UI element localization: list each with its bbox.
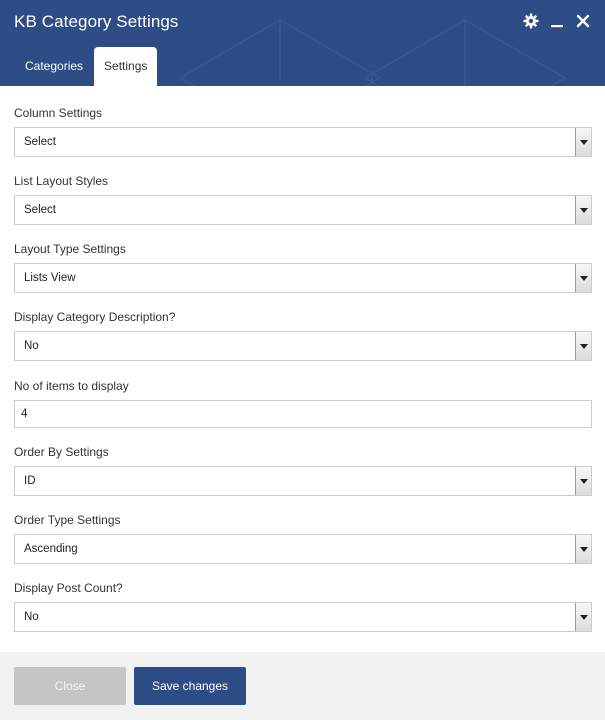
minimize-icon[interactable] bbox=[549, 13, 565, 29]
display-category-description-value: No bbox=[24, 340, 39, 352]
display-post-count-field: Display Post Count? No bbox=[14, 580, 592, 632]
list-layout-styles-value: Select bbox=[24, 204, 56, 216]
save-changes-button[interactable]: Save changes bbox=[134, 667, 246, 705]
list-layout-styles-select[interactable]: Select bbox=[14, 195, 592, 225]
display-post-count-label: Display Post Count? bbox=[14, 581, 123, 595]
close-button[interactable]: Close bbox=[14, 667, 126, 705]
order-by-settings-field: Order By Settings ID bbox=[14, 444, 592, 496]
no-of-items-field: No of items to display 4 bbox=[14, 378, 592, 428]
layout-type-settings-label: Layout Type Settings bbox=[14, 242, 126, 256]
close-icon[interactable] bbox=[575, 13, 591, 29]
chevron-down-icon[interactable] bbox=[575, 535, 591, 563]
order-by-settings-value: ID bbox=[24, 475, 36, 487]
chevron-down-icon[interactable] bbox=[575, 467, 591, 495]
order-type-settings-value: Ascending bbox=[24, 543, 78, 555]
header-actions bbox=[523, 13, 591, 29]
chevron-down-icon[interactable] bbox=[575, 332, 591, 360]
no-of-items-label: No of items to display bbox=[14, 379, 129, 393]
list-layout-styles-field: List Layout Styles Select bbox=[14, 173, 592, 225]
modal-title: KB Category Settings bbox=[14, 12, 179, 31]
tab-categories[interactable]: Categories bbox=[14, 47, 94, 86]
layout-type-settings-field: Layout Type Settings Lists View bbox=[14, 241, 592, 293]
settings-form: Column Settings Select List Layout Style… bbox=[0, 86, 605, 652]
no-of-items-input[interactable]: 4 bbox=[14, 400, 592, 428]
chevron-down-icon[interactable] bbox=[575, 196, 591, 224]
chevron-down-icon[interactable] bbox=[575, 603, 591, 631]
list-layout-styles-label: List Layout Styles bbox=[14, 174, 109, 188]
order-by-settings-label: Order By Settings bbox=[14, 445, 109, 459]
column-settings-field: Column Settings Select bbox=[14, 105, 592, 157]
display-post-count-select[interactable]: No bbox=[14, 602, 592, 632]
layout-type-settings-select[interactable]: Lists View bbox=[14, 263, 592, 293]
modal-header: KB Category Settings Categories Settings bbox=[0, 0, 605, 86]
tab-settings[interactable]: Settings bbox=[94, 47, 158, 86]
order-type-settings-select[interactable]: Ascending bbox=[14, 534, 592, 564]
column-settings-label: Column Settings bbox=[14, 106, 103, 120]
order-type-settings-field: Order Type Settings Ascending bbox=[14, 512, 592, 564]
order-type-settings-label: Order Type Settings bbox=[14, 513, 121, 527]
display-category-description-field: Display Category Description? No bbox=[14, 309, 592, 361]
display-category-description-label: Display Category Description? bbox=[14, 310, 176, 324]
order-by-settings-select[interactable]: ID bbox=[14, 466, 592, 496]
layout-type-settings-value: Lists View bbox=[24, 272, 76, 284]
column-settings-select[interactable]: Select bbox=[14, 127, 592, 157]
chevron-down-icon[interactable] bbox=[575, 128, 591, 156]
gear-icon[interactable] bbox=[523, 13, 539, 29]
column-settings-value: Select bbox=[24, 136, 56, 148]
modal-footer: Close Save changes bbox=[0, 652, 605, 720]
display-category-description-select[interactable]: No bbox=[14, 331, 592, 361]
tab-bar: Categories Settings bbox=[14, 47, 158, 86]
display-post-count-value: No bbox=[24, 611, 39, 623]
chevron-down-icon[interactable] bbox=[575, 264, 591, 292]
